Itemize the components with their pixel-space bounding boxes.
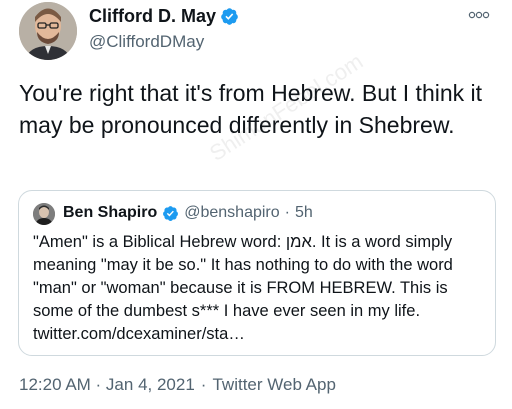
more-options-icon[interactable] xyxy=(468,10,490,20)
author-name[interactable]: Clifford D. May xyxy=(89,6,216,27)
quoted-tweet-header: Ben Shapiro @benshapiro · 5h xyxy=(63,204,313,222)
quoted-author-handle: @benshapiro xyxy=(184,204,280,221)
quoted-author-avatar xyxy=(33,203,55,225)
author-handle[interactable]: @CliffordDMay xyxy=(89,32,204,52)
author-name-row[interactable]: Clifford D. May xyxy=(89,6,239,27)
tweet-footer: 12:20 AM · Jan 4, 2021 · Twitter Web App xyxy=(19,375,336,395)
footer-separator: · xyxy=(200,375,207,394)
author-avatar[interactable] xyxy=(19,2,77,60)
quoted-timestamp: 5h xyxy=(294,204,313,221)
tweet-text: You're right that it's from Hebrew. But … xyxy=(19,80,483,138)
verified-badge-icon xyxy=(221,8,238,25)
tweet-timestamp[interactable]: 12:20 AM · Jan 4, 2021 xyxy=(19,375,195,395)
quoted-tweet-text: "Amen" is a Biblical Hebrew word: אמן. I… xyxy=(33,233,453,343)
quoted-author-name: Ben Shapiro xyxy=(63,204,158,221)
quoted-separator: · xyxy=(284,204,290,221)
tweet-source-app[interactable]: Twitter Web App xyxy=(212,375,335,395)
verified-badge-icon xyxy=(163,205,179,221)
quoted-tweet-card[interactable]: Ben Shapiro @benshapiro · 5h "Amen" is a… xyxy=(18,190,496,356)
